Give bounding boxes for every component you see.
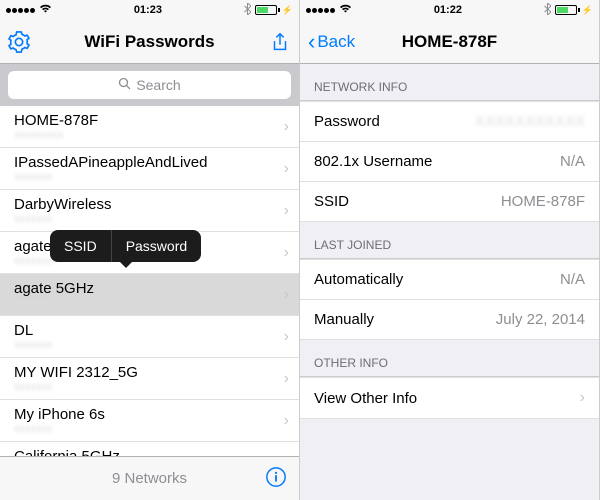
info-button[interactable] <box>265 466 287 492</box>
list-item[interactable]: DarbyWireless xxxxxxx › <box>0 190 299 232</box>
section-header-last-joined: LAST JOINED <box>300 222 599 258</box>
list-item[interactable]: agate 5GHz xxxxxxx › <box>0 274 299 316</box>
battery-icon: ⚡ <box>555 5 593 16</box>
list-item[interactable]: California 5GHz xxxxxxx › <box>0 442 299 456</box>
signal-icon <box>6 8 35 13</box>
search-placeholder: Search <box>136 77 180 93</box>
status-time: 01:23 <box>134 4 162 16</box>
section-header-other-info: OTHER INFO <box>300 340 599 376</box>
chevron-right-icon: › <box>580 389 585 407</box>
nav-title: HOME-878F <box>358 32 541 52</box>
gear-icon <box>8 31 30 53</box>
nav-title: WiFi Passwords <box>58 32 241 52</box>
status-bar: 01:22 ⚡ <box>300 0 599 20</box>
bluetooth-icon <box>244 3 251 18</box>
nav-bar: ‹ Back HOME-878F <box>300 20 599 64</box>
chevron-left-icon: ‹ <box>308 31 315 53</box>
list-item[interactable]: HOME-878F xxxxxxxxx › <box>0 106 299 148</box>
status-bar: 01:23 ⚡ <box>0 0 299 20</box>
signal-icon <box>306 8 335 13</box>
wifi-icon <box>39 4 52 16</box>
detail-body[interactable]: NETWORK INFO Password XXXXXXXXXXX 802.1x… <box>300 64 599 500</box>
nav-bar: WiFi Passwords <box>0 20 299 64</box>
popover-password-button[interactable]: Password <box>112 230 201 262</box>
chevron-right-icon: › <box>284 286 289 304</box>
wifi-passwords-screen: 01:23 ⚡ WiFi Passwords <box>0 0 300 500</box>
footer-bar: 9 Networks <box>0 456 299 500</box>
chevron-right-icon: › <box>284 412 289 430</box>
network-count: 9 Networks <box>112 470 187 487</box>
settings-button[interactable] <box>8 31 30 53</box>
list-item[interactable]: MY WIFI 2312_5G xxxxxxx › <box>0 358 299 400</box>
manual-joined-row[interactable]: Manually July 22, 2014 <box>300 299 599 340</box>
section-header-network-info: NETWORK INFO <box>300 64 599 100</box>
username-row[interactable]: 802.1x Username N/A <box>300 141 599 182</box>
auto-joined-row[interactable]: Automatically N/A <box>300 259 599 300</box>
list-item[interactable]: DL xxxxxxx › <box>0 316 299 358</box>
ssid-row[interactable]: SSID HOME-878F <box>300 181 599 222</box>
search-input[interactable]: Search <box>8 71 291 99</box>
popover-ssid-button[interactable]: SSID <box>50 230 112 262</box>
search-icon <box>118 77 131 93</box>
list-item[interactable]: agate xxxxxxx › SSID Password <box>0 232 299 274</box>
password-value: XXXXXXXXXXX <box>475 113 585 130</box>
search-bar: Search <box>0 64 299 106</box>
back-button[interactable]: ‹ Back <box>308 31 355 53</box>
chevron-right-icon: › <box>284 202 289 220</box>
password-row[interactable]: Password XXXXXXXXXXX <box>300 101 599 142</box>
chevron-right-icon: › <box>284 244 289 262</box>
list-item[interactable]: IPassedAPineappleAndLived xxxxxxx › <box>0 148 299 190</box>
share-icon <box>269 31 291 53</box>
network-list[interactable]: HOME-878F xxxxxxxxx › IPassedAPineappleA… <box>0 106 299 456</box>
chevron-right-icon: › <box>284 118 289 136</box>
chevron-right-icon: › <box>284 328 289 346</box>
bluetooth-icon <box>544 3 551 18</box>
wifi-icon <box>339 4 352 16</box>
share-button[interactable] <box>269 31 291 53</box>
info-icon <box>265 466 287 488</box>
network-detail-screen: 01:22 ⚡ ‹ Back HOME-878F NETWORK INFO Pa <box>300 0 600 500</box>
status-time: 01:22 <box>434 4 462 16</box>
copy-popover: SSID Password <box>50 230 201 262</box>
battery-icon: ⚡ <box>255 5 293 16</box>
chevron-right-icon: › <box>284 160 289 178</box>
view-other-info-row[interactable]: View Other Info › <box>300 377 599 419</box>
chevron-right-icon: › <box>284 370 289 388</box>
list-item[interactable]: My iPhone 6s xxxxxxx › <box>0 400 299 442</box>
